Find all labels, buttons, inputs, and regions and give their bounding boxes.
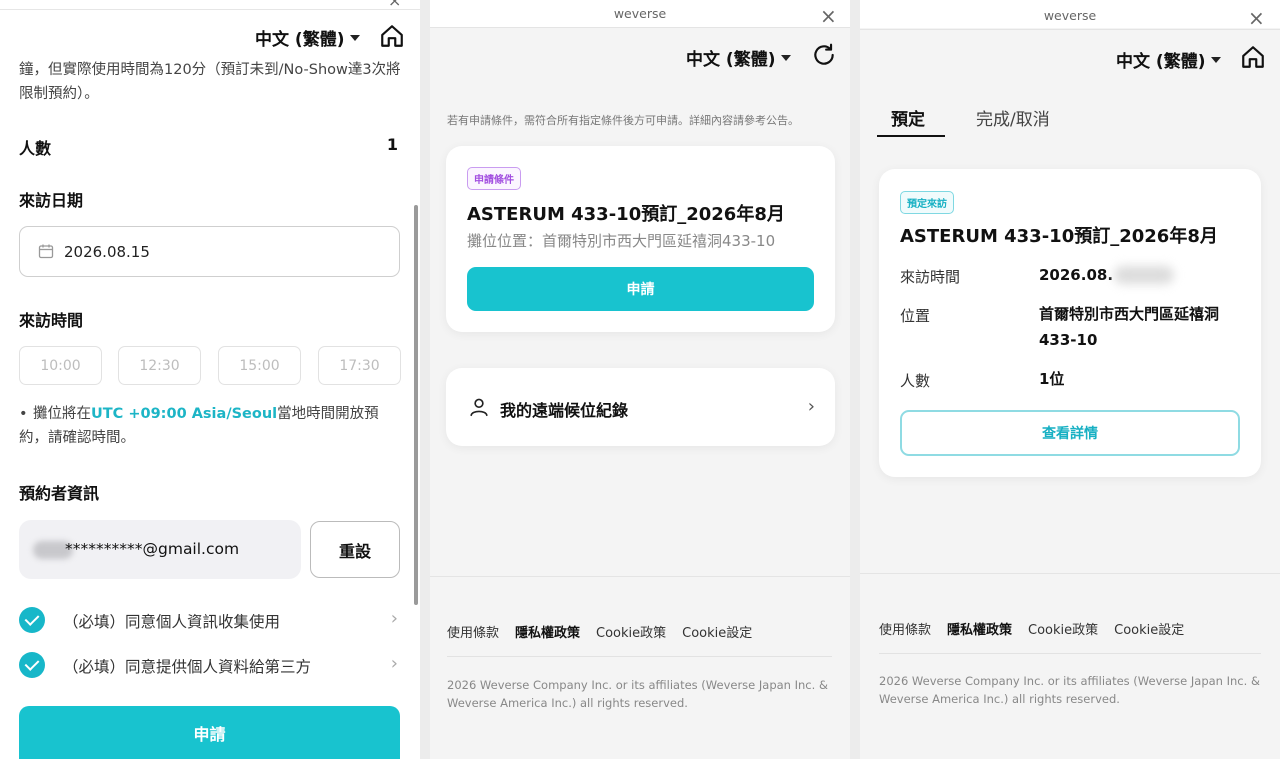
scrollbar[interactable]: [414, 205, 418, 605]
planned-visit-tag: 預定來訪: [900, 191, 954, 214]
people-value: 1位: [1039, 370, 1065, 388]
booking-title: ASTERUM 433-10預訂_2026年8月: [467, 204, 785, 225]
people-value: 1: [386, 135, 398, 154]
location-label: 位置: [900, 307, 931, 325]
time-slot[interactable]: 10:00: [19, 346, 102, 385]
timezone-text: UTC +09:00 Asia/Seoul: [91, 406, 278, 422]
person-icon: [470, 398, 488, 417]
timezone-note: • 攤位將在UTC +09:00 Asia/Seoul當地時間開放預約，請確認時間…: [19, 402, 399, 450]
refresh-icon[interactable]: [811, 42, 837, 68]
usage-note: 鐘，但實際使用時間為120分（預訂未到/No-Show達3次將限制預約）。: [19, 62, 401, 102]
chevron-right-icon[interactable]: ›: [391, 653, 398, 674]
booking-card: 申請條件 ASTERUM 433-10預訂_2026年8月 攤位位置：首爾特別市…: [446, 146, 835, 332]
remote-waitlist-row[interactable]: 我的遠端候位紀錄 ›: [446, 368, 835, 446]
cookie-settings-link[interactable]: Cookie設定: [682, 626, 752, 641]
time-slot[interactable]: 15:00: [218, 346, 301, 385]
caret-down-icon: [350, 35, 361, 41]
language-label: 中文 (繁體): [686, 50, 776, 70]
privacy-link[interactable]: 隱私權政策: [947, 623, 1012, 638]
divider: [430, 27, 850, 28]
copyright: 2026 Weverse Company Inc. or its affilia…: [447, 678, 828, 710]
terms-link[interactable]: 使用條款: [447, 626, 499, 641]
location-value-line2: 433-10: [1039, 331, 1098, 349]
cookie-policy-link[interactable]: Cookie政策: [1028, 623, 1098, 638]
check-circle-icon[interactable]: [19, 607, 45, 633]
language-label: 中文 (繁體): [255, 30, 345, 50]
language-selector[interactable]: 中文 (繁體): [686, 45, 792, 70]
visit-time-label: 來訪時間: [900, 268, 961, 286]
people-label: 人數: [19, 139, 52, 158]
close-icon[interactable]: ×: [388, 0, 401, 10]
close-icon[interactable]: ×: [820, 4, 837, 28]
calendar-icon: [38, 244, 54, 259]
footer-links: 使用條款 隱私權政策 Cookie政策 Cookie設定: [879, 619, 1200, 638]
site-name: weverse: [1043, 8, 1097, 23]
visit-date-label: 來訪日期: [19, 191, 84, 210]
active-tab-indicator: [877, 135, 945, 137]
people-label: 人數: [900, 372, 931, 390]
footer-separator: [447, 656, 832, 657]
footer-separator: [879, 653, 1261, 654]
booker-info-label: 預約者資訊: [19, 484, 100, 503]
home-icon[interactable]: [1240, 44, 1266, 70]
chevron-right-icon[interactable]: ›: [391, 608, 398, 629]
booth-location: 攤位位置：首爾特別市西大門區延禧洞433-10: [467, 232, 776, 250]
language-selector[interactable]: 中文 (繁體): [255, 25, 361, 50]
booking-list-panel: weverse × 中文 (繁體) 若有申請條件，需符合所有指定條件後方可申請。…: [430, 0, 850, 759]
footer-divider: [860, 573, 1280, 574]
reset-button[interactable]: 重設: [310, 521, 400, 578]
divider: [860, 29, 1280, 30]
application-notice: 若有申請條件，需符合所有指定條件後方可申請。詳細內容請參考公告。: [447, 114, 799, 127]
visit-date-input[interactable]: 2026.08.15: [19, 226, 400, 277]
email-value: **********@gmail.com: [65, 540, 240, 558]
tab-reserved[interactable]: 預定: [891, 105, 925, 130]
tab-completed-cancelled[interactable]: 完成/取消: [976, 105, 1050, 130]
privacy-link[interactable]: 隱私權政策: [515, 626, 580, 641]
reservation-title: ASTERUM 433-10預訂_2026年8月: [900, 226, 1218, 247]
consent-item-collection[interactable]: （必填）同意個人資訊收集使用 ›: [19, 605, 404, 635]
close-icon[interactable]: ×: [1248, 6, 1265, 30]
apply-button[interactable]: 申請: [467, 267, 814, 311]
language-label: 中文 (繁體): [1116, 52, 1206, 72]
footer-divider: [430, 576, 850, 577]
consent-item-third-party[interactable]: （必填）同意提供個人資料給第三方 ›: [19, 650, 404, 680]
email-field[interactable]: **********@gmail.com: [19, 520, 301, 579]
consent-label: （必填）同意提供個人資料給第三方: [63, 658, 312, 676]
cookie-policy-link[interactable]: Cookie政策: [596, 626, 666, 641]
visit-time-label: 來訪時間: [19, 311, 84, 330]
view-details-button[interactable]: 查看詳情: [900, 410, 1240, 456]
caret-down-icon: [1211, 57, 1222, 63]
site-name: weverse: [613, 6, 667, 21]
chevron-right-icon[interactable]: ›: [808, 396, 815, 417]
location-value-line1: 首爾特別市西大門區延禧洞: [1039, 305, 1220, 323]
visit-time-value: 2026.08.: [1039, 266, 1114, 284]
apply-button[interactable]: 申請: [19, 706, 400, 759]
cookie-settings-link[interactable]: Cookie設定: [1114, 623, 1184, 638]
check-circle-icon[interactable]: [19, 652, 45, 678]
remote-waitlist-label: 我的遠端候位紀錄: [500, 401, 629, 420]
terms-link[interactable]: 使用條款: [879, 623, 931, 638]
time-blur-mask: [1114, 266, 1174, 284]
consent-label: （必填）同意個人資訊收集使用: [63, 613, 281, 631]
visit-date-value: 2026.08.15: [64, 243, 150, 261]
tz-prefix: 攤位將在: [33, 406, 91, 422]
footer-links: 使用條款 隱私權政策 Cookie政策 Cookie設定: [447, 622, 768, 641]
language-selector[interactable]: 中文 (繁體): [1116, 47, 1222, 72]
time-slot[interactable]: 12:30: [118, 346, 201, 385]
reservation-card: 預定來訪 ASTERUM 433-10預訂_2026年8月 來訪時間 2026.…: [879, 169, 1261, 477]
caret-down-icon: [781, 55, 792, 61]
copyright: 2026 Weverse Company Inc. or its affilia…: [879, 674, 1260, 706]
top-bar: ×: [0, 0, 420, 10]
time-slot[interactable]: 17:30: [318, 346, 401, 385]
booking-form-panel: × 中文 (繁體) 鐘，但實際使用時間為120分（預訂未到/No-Show達3次…: [0, 0, 420, 759]
reservations-panel: weverse × 中文 (繁體) 預定 完成/取消 預定來訪 ASTERUM …: [860, 0, 1280, 759]
requirement-tag: 申請條件: [467, 167, 521, 190]
bullet: •: [19, 406, 28, 422]
home-icon[interactable]: [379, 23, 405, 49]
